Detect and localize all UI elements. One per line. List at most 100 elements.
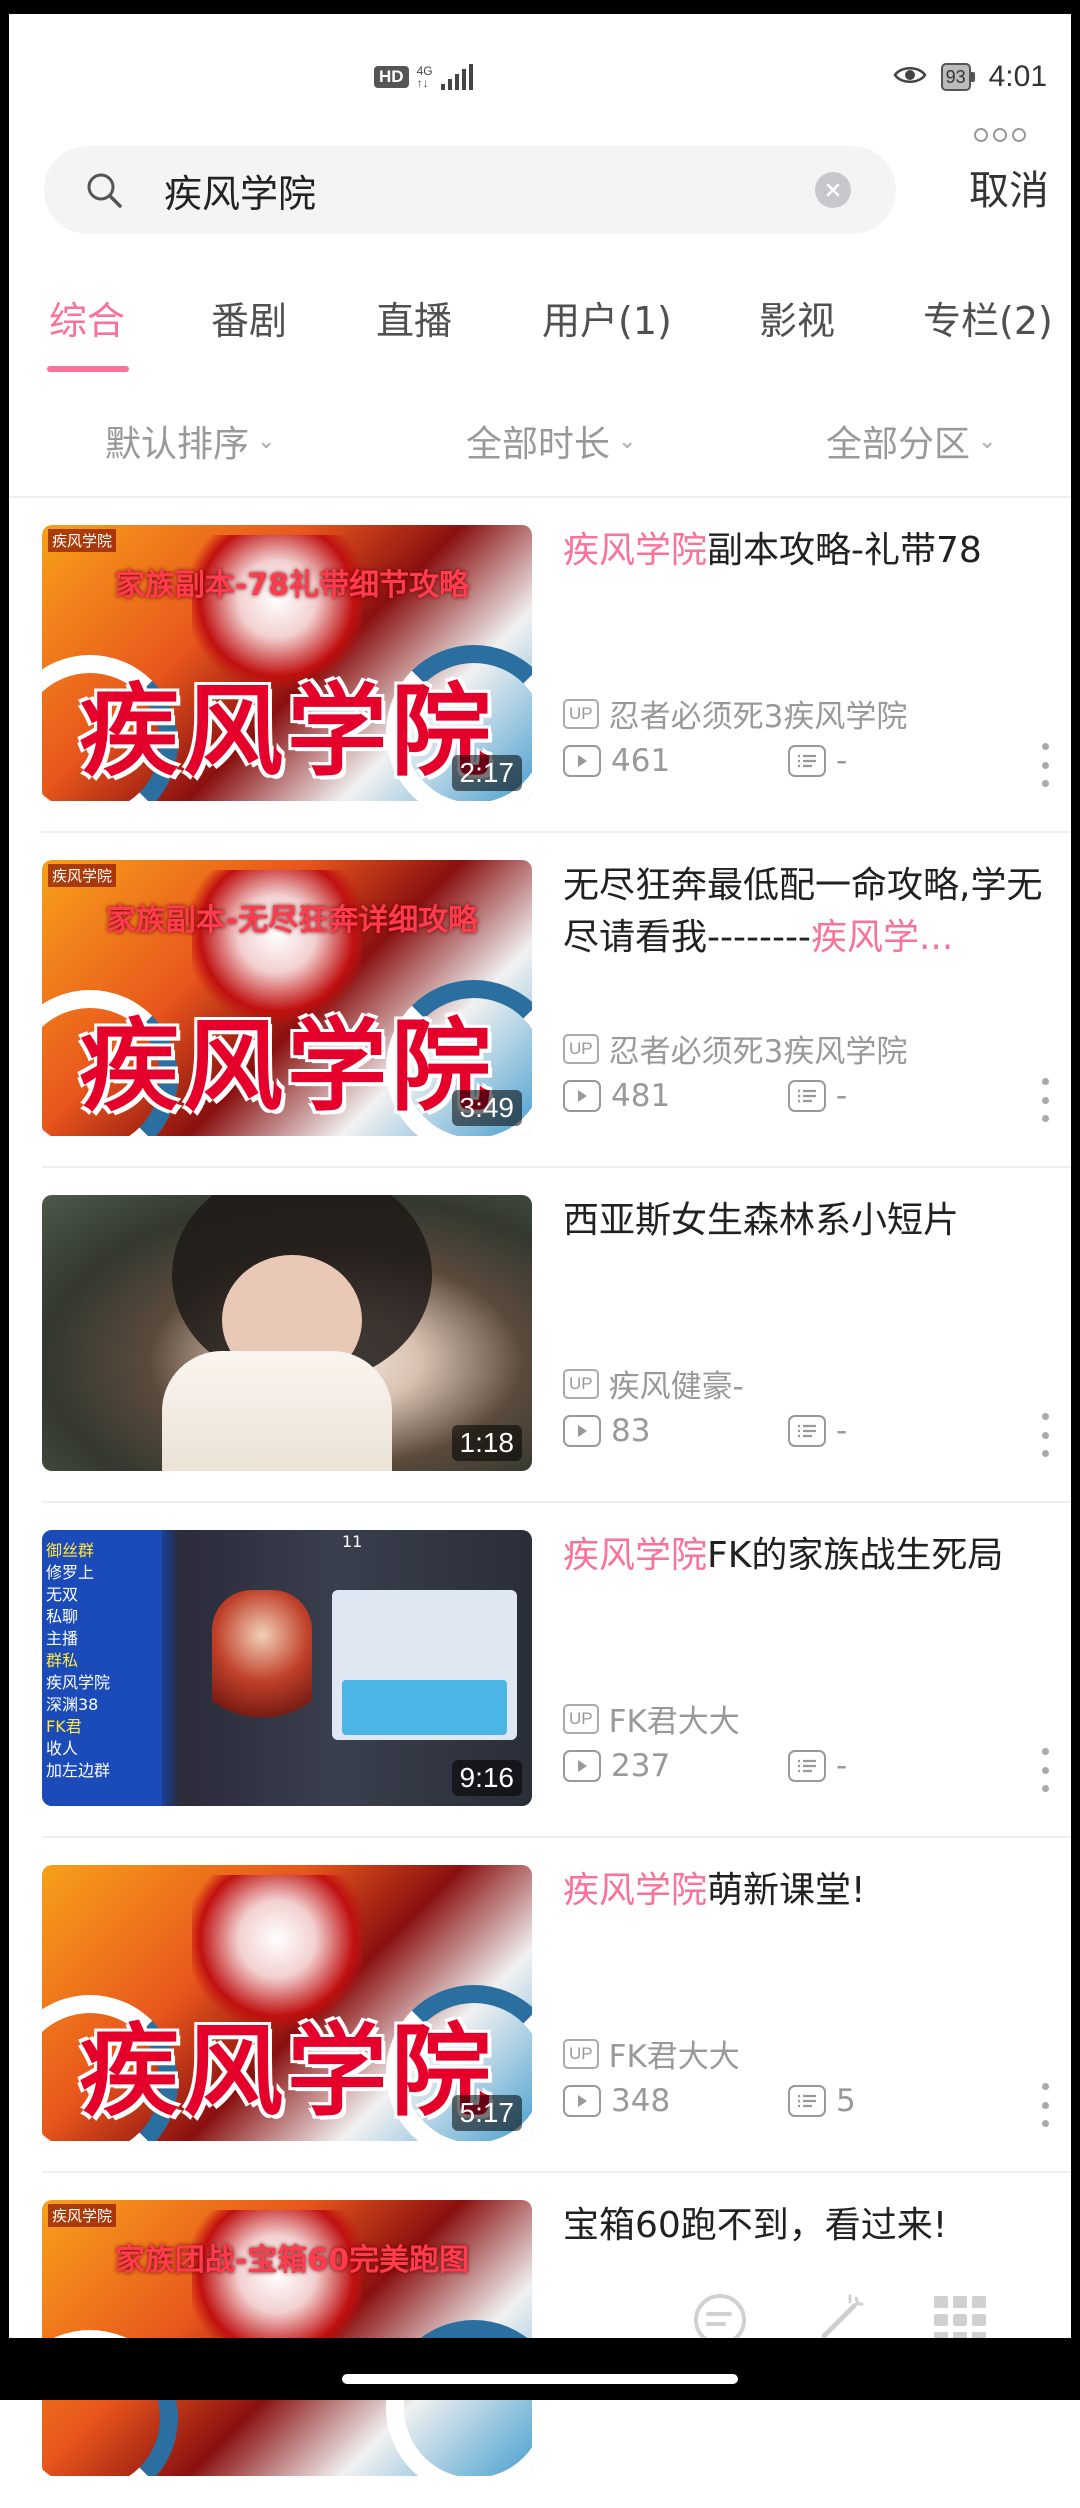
up-badge: UP xyxy=(563,698,599,729)
title-text: 无尽狂奔最低配一命攻略,学无尽请看我-------- xyxy=(563,865,1043,958)
battery-level: 93 xyxy=(945,66,966,87)
danmaku-count: - xyxy=(836,1413,848,1449)
video-title[interactable]: 宝箱60跑不到，看过来! xyxy=(563,2200,1049,2252)
up-badge: UP xyxy=(563,1703,599,1734)
video-stats: 237 - xyxy=(563,1748,847,1784)
video-thumbnail[interactable]: 疾风学院 家族副本-78礼带细节攻略 疾风学院 2:17 xyxy=(42,525,532,801)
tab-users[interactable]: 用户(1) xyxy=(542,290,672,345)
more-icon[interactable] xyxy=(1035,1078,1055,1122)
video-stats: 83 - xyxy=(563,1413,847,1449)
title-highlight: 疾风学院 xyxy=(563,1870,708,1911)
cancel-button[interactable]: 取消 xyxy=(969,158,1049,216)
tab-live[interactable]: 直播 xyxy=(376,290,452,345)
filter-bar: 默认排序 ⌄ 全部时长 ⌄ 全部分区 ⌄ xyxy=(9,395,1071,485)
tab-bangumi[interactable]: 番剧 xyxy=(211,290,287,345)
title-text: FK的家族战生死局 xyxy=(707,1535,1004,1576)
view-count: 481 xyxy=(611,1078,671,1114)
video-info: 疾风学院副本攻略-礼带78 UP 忍者必须死3疾风学院 461 - xyxy=(563,525,1049,801)
screen-frame-top xyxy=(0,0,1080,14)
danmaku-count: 5 xyxy=(836,2083,856,2119)
video-thumbnail[interactable]: 1:18 xyxy=(42,1195,532,1471)
video-title[interactable]: 疾风学院FK的家族战生死局 xyxy=(563,1530,1049,1582)
clock: 4:01 xyxy=(988,60,1047,93)
hd-badge: HD xyxy=(374,66,409,88)
filter-category[interactable]: 全部分区 ⌄ xyxy=(826,415,996,467)
uploader-name: FK君大大 xyxy=(608,2039,740,2075)
filter-sort[interactable]: 默认排序 ⌄ xyxy=(105,415,275,467)
uploader[interactable]: UP FK君大大 xyxy=(563,2031,740,2076)
danmaku-icon xyxy=(788,1750,826,1782)
filter-category-label: 全部分区 xyxy=(826,424,971,465)
uploader-name: 忍者必须死3疾风学院 xyxy=(608,1034,908,1070)
search-box[interactable] xyxy=(44,146,896,234)
video-title[interactable]: 西亚斯女生森林系小短片 xyxy=(563,1195,1049,1247)
home-indicator[interactable] xyxy=(342,2374,738,2384)
uploader[interactable]: UP 疾风健豪- xyxy=(563,1361,744,1406)
thumb-side-line: 加左边群 xyxy=(46,1761,111,1780)
eye-icon xyxy=(893,64,927,90)
thumb-corner-label: 疾风学院 xyxy=(48,864,117,887)
video-stats: 461 - xyxy=(563,743,847,779)
network-type: 4G ↑↓ xyxy=(416,64,433,90)
view-count: 348 xyxy=(611,2083,671,2119)
video-stats: 481 - xyxy=(563,1078,847,1114)
uploader[interactable]: UP 忍者必须死3疾风学院 xyxy=(563,691,907,736)
screen-frame-right xyxy=(1071,0,1080,2400)
list-item[interactable]: 1:18 西亚斯女生森林系小短片 UP 疾风健豪- 83 - xyxy=(9,1168,1071,1503)
battery-icon: 93 xyxy=(940,63,975,91)
more-icon[interactable] xyxy=(1035,1413,1055,1457)
tab-articles[interactable]: 专栏(2) xyxy=(923,290,1053,345)
uploader-name: 疾风健豪- xyxy=(608,1369,744,1405)
thumb-overlay-text: 家族副本-无尽狂奔详细攻略 xyxy=(105,903,479,938)
video-thumbnail[interactable]: 疾风学院 5:17 xyxy=(42,1865,532,2141)
video-title[interactable]: 疾风学院萌新课堂! xyxy=(563,1865,1049,1917)
search-input[interactable] xyxy=(164,164,824,216)
play-icon xyxy=(563,745,601,777)
view-count: 83 xyxy=(611,1413,651,1449)
list-item[interactable]: 御丝群 修罗上 无双 私聊 主播 群私 疾风学院 深渊38 FK君 收人 加左边… xyxy=(9,1503,1071,1838)
more-icon[interactable] xyxy=(1035,2083,1055,2127)
list-item[interactable]: 疾风学院 家族副本-78礼带细节攻略 疾风学院 2:17 疾风学院副本攻略-礼带… xyxy=(9,498,1071,833)
thumb-side-text: 御丝群 修罗上 无双 私聊 主播 群私 疾风学院 深渊38 FK君 收人 加左边… xyxy=(46,1540,110,1782)
filter-duration-label: 全部时长 xyxy=(466,424,611,465)
signal-icon xyxy=(440,64,473,90)
video-title[interactable]: 无尽狂奔最低配一命攻略,学无尽请看我--------疾风学... xyxy=(563,860,1049,964)
video-thumbnail[interactable]: 御丝群 修罗上 无双 私聊 主播 群私 疾风学院 深渊38 FK君 收人 加左边… xyxy=(42,1530,532,1806)
thumb-side-line: 主播 xyxy=(46,1629,79,1648)
tab-movies[interactable]: 影视 xyxy=(759,290,835,345)
video-info: 无尽狂奔最低配一命攻略,学无尽请看我--------疾风学... UP 忍者必须死… xyxy=(563,860,1049,1136)
tab-bar: 综合 番剧 直播 用户(1) 影视 专栏(2) xyxy=(9,268,1071,378)
more-icon[interactable] xyxy=(1035,1748,1055,1792)
title-text: 萌新课堂! xyxy=(707,1870,866,1911)
list-item[interactable]: 疾风学院 5:17 疾风学院萌新课堂! UP FK君大大 348 5 xyxy=(9,1838,1071,2173)
video-info: 疾风学院FK的家族战生死局 UP FK君大大 237 - xyxy=(563,1530,1049,1806)
uploader-name: 忍者必须死3疾风学院 xyxy=(608,699,908,735)
chevron-down-icon: ⌄ xyxy=(978,428,997,454)
video-title[interactable]: 疾风学院副本攻略-礼带78 xyxy=(563,525,1049,577)
title-text: 副本攻略-礼带78 xyxy=(707,530,982,571)
duration-badge: 9:16 xyxy=(451,1760,522,1796)
danmaku-count: - xyxy=(836,743,848,779)
navigation-bar xyxy=(0,2338,1080,2400)
more-icon[interactable] xyxy=(1035,743,1055,787)
tab-all[interactable]: 综合 xyxy=(49,290,125,345)
list-item[interactable]: 疾风学院 家族副本-无尽狂奔详细攻略 疾风学院 3:49 无尽狂奔最低配一命攻略… xyxy=(9,833,1071,1168)
video-thumbnail[interactable]: 疾风学院 家族副本-无尽狂奔详细攻略 疾风学院 3:49 xyxy=(42,860,532,1136)
title-highlight: 疾风学院 xyxy=(563,1535,708,1576)
thumb-top-number: 11 xyxy=(342,1532,363,1551)
filter-duration[interactable]: 全部时长 ⌄ xyxy=(466,415,636,467)
title-highlight: 疾风学... xyxy=(810,917,954,958)
play-icon xyxy=(563,2085,601,2117)
filter-sort-label: 默认排序 xyxy=(105,424,250,465)
chevron-down-icon: ⌄ xyxy=(618,428,637,454)
chevron-down-icon: ⌄ xyxy=(257,428,276,454)
uploader[interactable]: UP 忍者必须死3疾风学院 xyxy=(563,1026,907,1071)
clear-icon[interactable] xyxy=(815,172,851,208)
search-icon xyxy=(84,170,124,214)
uploader[interactable]: UP FK君大大 xyxy=(563,1696,740,1741)
duration-badge: 2:17 xyxy=(451,755,522,791)
thumb-corner-label: 疾风学院 xyxy=(48,529,117,552)
danmaku-icon xyxy=(788,1080,826,1112)
thumb-side-line: 无双 xyxy=(46,1585,79,1604)
danmaku-count: - xyxy=(836,1748,848,1784)
